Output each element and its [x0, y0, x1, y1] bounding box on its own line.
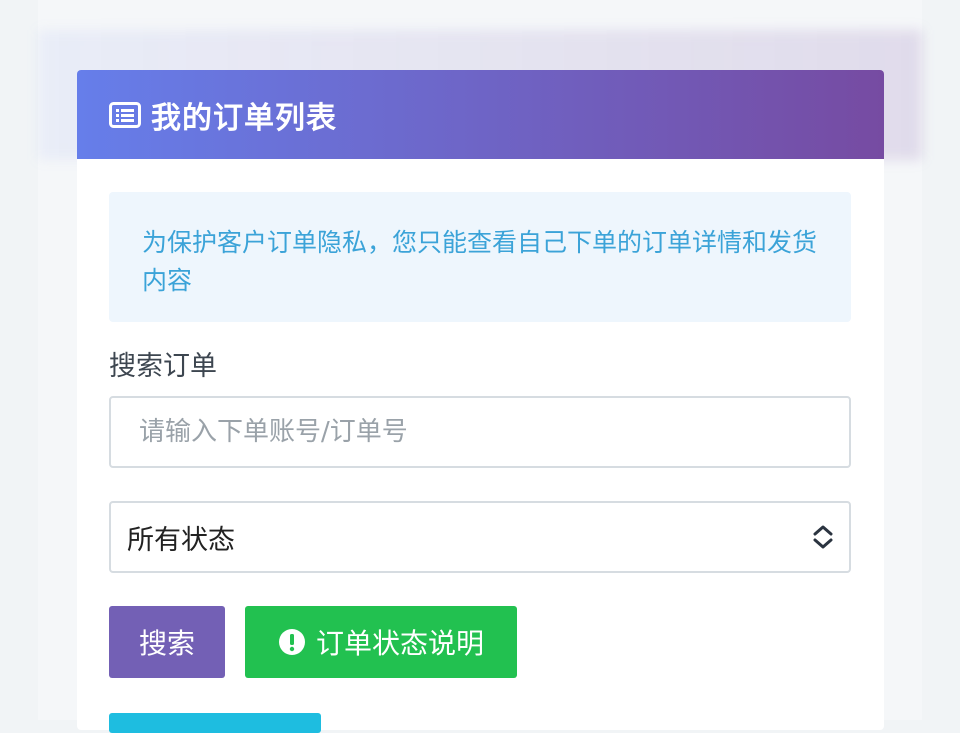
action-buttons: 搜索 订单状态说明 — [109, 606, 851, 678]
search-button[interactable]: 搜索 — [109, 606, 225, 678]
partial-button[interactable] — [109, 713, 321, 733]
search-button-label: 搜索 — [138, 627, 195, 660]
page-title: 我的订单列表 — [151, 100, 337, 136]
card-header: 我的订单列表 — [77, 70, 884, 159]
status-help-button-label: 订单状态说明 — [315, 627, 484, 660]
status-select-value: 所有状态 — [127, 524, 235, 556]
search-input[interactable] — [109, 396, 851, 468]
list-icon — [109, 101, 141, 128]
orders-card: 我的订单列表 为保护客户订单隐私，您只能查看自己下单的订单详情和发货内容 搜索订… — [77, 70, 884, 730]
search-label: 搜索订单 — [109, 351, 217, 382]
chevron-up-down-icon — [811, 522, 835, 552]
status-help-button[interactable]: 订单状态说明 — [245, 606, 517, 678]
status-select[interactable]: 所有状态 — [109, 501, 851, 573]
privacy-notice: 为保护客户订单隐私，您只能查看自己下单的订单详情和发货内容 — [109, 192, 851, 322]
card-body: 为保护客户订单隐私，您只能查看自己下单的订单详情和发货内容 搜索订单 所有状态 … — [77, 159, 884, 678]
exclamation-circle-icon — [278, 628, 306, 656]
